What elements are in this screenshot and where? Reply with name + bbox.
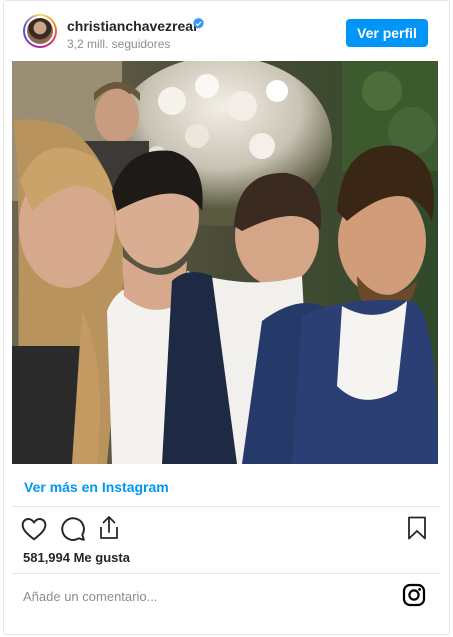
add-comment-field[interactable]: Añade un comentario...	[23, 589, 157, 604]
view-more-on-instagram-link[interactable]: Ver más en Instagram	[24, 479, 169, 495]
heart-icon[interactable]	[21, 517, 47, 541]
comment-bubble-icon[interactable]	[60, 516, 86, 542]
view-profile-button[interactable]: Ver perfil	[346, 19, 428, 47]
verified-badge-icon	[192, 17, 205, 29]
divider	[12, 573, 441, 574]
post-header: christianchavezreal 3,2 mill. seguidores…	[4, 1, 449, 61]
like-count[interactable]: 581,994 Me gusta	[23, 550, 130, 565]
post-photo-image	[12, 61, 438, 464]
share-icon[interactable]	[97, 515, 121, 541]
instagram-icon[interactable]	[402, 583, 426, 607]
bookmark-icon[interactable]	[407, 516, 427, 540]
username[interactable]: christianchavezreal	[67, 18, 197, 34]
divider	[12, 506, 441, 507]
instagram-embed-card: christianchavezreal 3,2 mill. seguidores…	[3, 0, 450, 635]
follower-count: 3,2 mill. seguidores	[67, 37, 171, 51]
post-photo[interactable]	[12, 61, 438, 464]
avatar[interactable]	[23, 14, 57, 48]
